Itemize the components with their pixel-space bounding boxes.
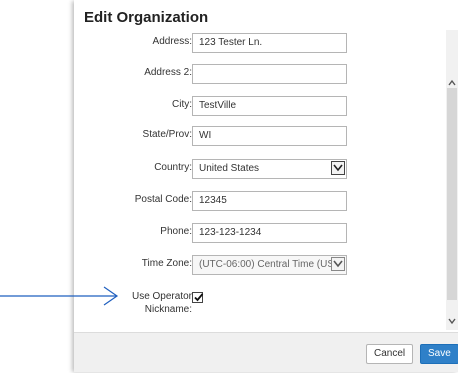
state-label: State/Prov: [142,129,192,140]
address2-label: Address 2: [144,67,192,78]
dialog-footer: Cancel Save [74,332,458,372]
address-label: Address: [152,36,192,47]
pointer-arrow-icon [0,286,119,306]
scroll-up-icon[interactable] [448,74,456,86]
chevron-down-icon[interactable] [331,257,345,271]
city-row: City: TestVille [74,96,446,116]
postal-code-input[interactable]: 12345 [192,191,347,211]
country-label: Country: [154,162,192,173]
time-zone-select[interactable]: (UTC-06:00) Central Time (US & [192,255,347,275]
use-operator-nickname-checkbox[interactable] [192,292,204,303]
chevron-down-icon[interactable] [331,161,345,175]
address2-row: Address 2: [74,64,446,84]
state-row: State/Prov: WI [74,126,446,146]
country-select-value: United States [199,163,260,174]
address-row: Address: 123 Tester Ln. [74,33,446,53]
postal-code-row: Postal Code: 12345 [74,191,446,211]
time-zone-label: Time Zone: [141,258,192,269]
phone-label: Phone: [160,226,192,237]
phone-row: Phone: 123-123-1234 [74,223,446,243]
scroll-down-icon[interactable] [448,312,456,325]
time-zone-select-value: (UTC-06:00) Central Time (US & [199,259,344,270]
address2-input[interactable] [192,64,347,84]
dialog-title: Edit Organization [84,9,209,26]
cancel-button[interactable]: Cancel [366,344,414,364]
edit-organization-dialog: Edit Organization Address: 123 Tester Ln… [74,0,458,372]
phone-input[interactable]: 123-123-1234 [192,223,347,243]
use-operator-nickname-label: Use Operator Nickname: [131,291,192,315]
city-label: City: [172,99,192,110]
use-operator-nickname-row: Use Operator Nickname: [74,290,446,320]
form-area: Address: 123 Tester Ln. Address 2: City:… [74,30,446,330]
scrollbar-thumb[interactable] [447,88,457,300]
country-select[interactable]: United States [192,159,347,179]
city-input[interactable]: TestVille [192,96,347,116]
country-row: Country: United States [74,159,446,179]
state-input[interactable]: WI [192,126,347,146]
form-scrollbar[interactable] [446,30,458,330]
time-zone-row: Time Zone: (UTC-06:00) Central Time (US … [74,255,446,275]
save-button[interactable]: Save [420,344,458,364]
postal-code-label: Postal Code: [134,194,192,205]
address-input[interactable]: 123 Tester Ln. [192,33,347,53]
